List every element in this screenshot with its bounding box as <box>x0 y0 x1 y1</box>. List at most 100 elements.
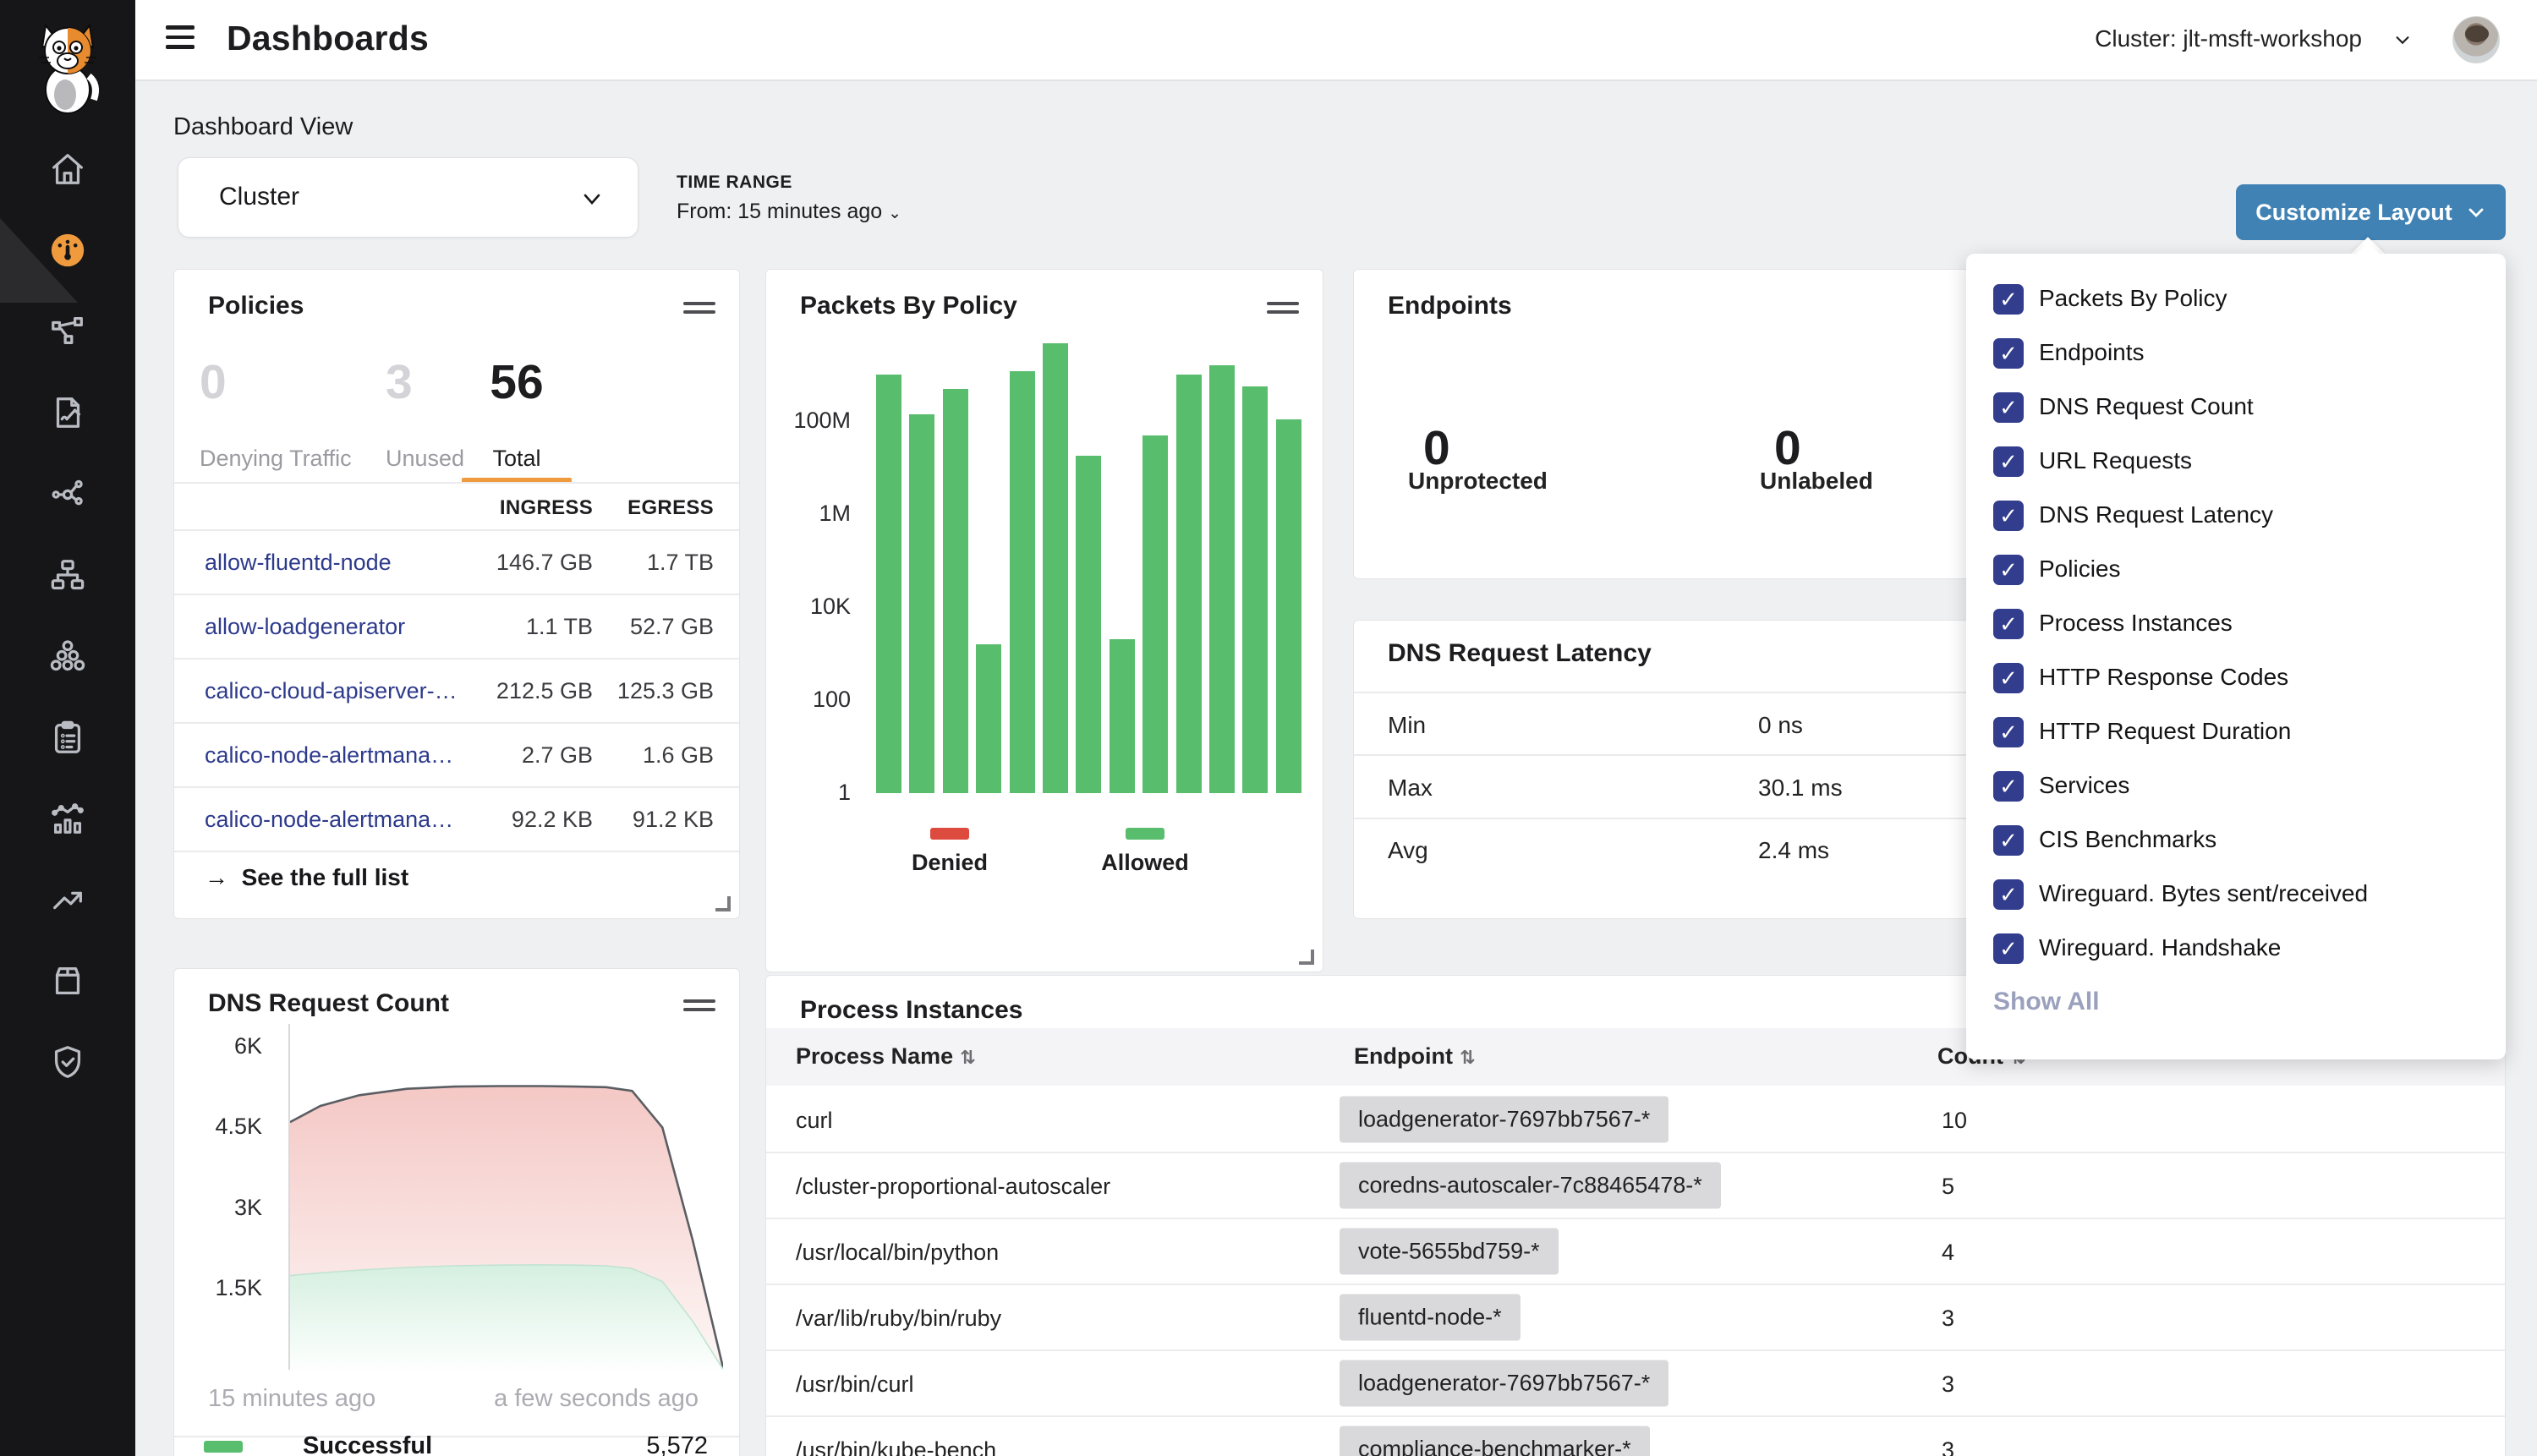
checked-checkbox[interactable]: ✓ <box>1993 771 2024 802</box>
service-graph-icon <box>48 474 87 513</box>
row-divider <box>174 658 739 660</box>
endpoint-chip[interactable]: fluentd-node-* <box>1340 1295 1521 1341</box>
menu-item-endpoints[interactable]: ✓Endpoints <box>1993 335 2479 375</box>
time-range-value[interactable]: From: 15 minutes ago ⌄ <box>677 200 901 224</box>
menu-item-process-instances[interactable]: ✓Process Instances <box>1993 605 2479 646</box>
show-all-link[interactable]: Show All <box>1993 988 2100 1016</box>
sidebar-item-service-graph[interactable] <box>48 474 87 513</box>
allowed-bar <box>1010 371 1035 793</box>
dns-latency-card-title: DNS Request Latency <box>1388 639 1652 668</box>
dns-count-card-title: DNS Request Count <box>208 989 449 1018</box>
unprotected-label: Unprotected <box>1408 468 1548 495</box>
sidebar-item-alerts-trending[interactable] <box>48 880 87 919</box>
menu-item-label: DNS Request Count <box>2039 393 2254 420</box>
y-axis-tick: 4.5K <box>189 1114 262 1140</box>
policy-name-link[interactable]: calico-node-alertmana… <box>205 742 453 769</box>
sidebar-item-endpoints-cluster[interactable] <box>48 637 87 676</box>
sidebar-item-package-box[interactable] <box>48 961 87 1000</box>
endpoint-chip[interactable]: compliance-benchmarker-* <box>1340 1426 1650 1456</box>
row-divider <box>766 1152 2505 1153</box>
sidebar-item-compliance-clipboard[interactable] <box>48 718 87 757</box>
sidebar-item-home[interactable] <box>48 150 87 189</box>
sidebar-item-sitemap[interactable] <box>48 556 87 594</box>
policies-edit-icon <box>48 393 87 432</box>
dashboard-view-value: Cluster <box>219 183 299 211</box>
customize-layout-button[interactable]: Customize Layout <box>2236 184 2506 240</box>
checked-checkbox[interactable]: ✓ <box>1993 717 2024 747</box>
endpoint-column-header[interactable]: Endpoint⇅ <box>1354 1043 1475 1070</box>
sidebar-item-dashboards[interactable] <box>48 231 87 270</box>
checked-checkbox[interactable]: ✓ <box>1993 825 2024 856</box>
process-name-column-header[interactable]: Process Name⇅ <box>796 1043 976 1070</box>
checked-checkbox[interactable]: ✓ <box>1993 879 2024 910</box>
endpoint-chip[interactable]: loadgenerator-7697bb7567-* <box>1340 1097 1669 1143</box>
latency-max-value: 30.1 ms <box>1758 775 1843 802</box>
sort-icon[interactable]: ⇅ <box>1460 1047 1475 1068</box>
menu-item-cis-benchmarks[interactable]: ✓CIS Benchmarks <box>1993 822 2479 862</box>
policies-stat-label-0[interactable]: Denying Traffic <box>200 446 352 472</box>
menu-item-dns-request-latency[interactable]: ✓DNS Request Latency <box>1993 497 2479 538</box>
checked-checkbox[interactable]: ✓ <box>1993 933 2024 964</box>
endpoint-chip[interactable]: loadgenerator-7697bb7567-* <box>1340 1360 1669 1407</box>
menu-item-services[interactable]: ✓Services <box>1993 768 2479 808</box>
checked-checkbox[interactable]: ✓ <box>1993 555 2024 585</box>
policy-egress-value: 91.2 KB <box>633 807 714 833</box>
menu-item-dns-request-count[interactable]: ✓ DNS Request Count <box>1993 389 2479 430</box>
policy-egress-value: 125.3 GB <box>617 678 714 704</box>
see-full-list-link[interactable]: → See the full list <box>205 864 408 891</box>
policy-name-link[interactable]: allow-fluentd-node <box>205 550 392 576</box>
sidebar-item-timeline-stats[interactable] <box>48 799 87 838</box>
policy-name-link[interactable]: allow-loadgenerator <box>205 614 405 640</box>
menu-item-policies[interactable]: ✓Policies <box>1993 551 2479 592</box>
policies-stat-label-2[interactable]: Total <box>462 446 572 472</box>
checked-checkbox[interactable]: ✓ <box>1993 338 2024 369</box>
customize-layout-menu: ✓Packets By Policy✓Endpoints✓DNS Request… <box>1966 254 2506 1059</box>
hamburger-menu-icon[interactable] <box>166 25 195 51</box>
policies-stat-label-1[interactable]: Unused <box>386 446 464 472</box>
dns-area-chart <box>288 1024 721 1370</box>
process-count-cell: 3 <box>1942 1371 1954 1398</box>
menu-item-http-response-codes[interactable]: ✓HTTP Response Codes <box>1993 660 2479 700</box>
checked-checkbox[interactable]: ✓ <box>1993 663 2024 693</box>
endpoint-chip[interactable]: vote-5655bd759-* <box>1340 1229 1559 1275</box>
dashboard-view-select[interactable]: Cluster <box>178 157 638 238</box>
menu-item-packets-by-policy[interactable]: ✓ Packets By Policy <box>1993 281 2479 321</box>
process-count-cell: 4 <box>1942 1240 1954 1266</box>
page-title: Dashboards <box>227 19 429 58</box>
row-divider <box>174 722 739 724</box>
user-avatar[interactable] <box>2452 16 2500 63</box>
drag-handle-icon[interactable] <box>1267 302 1299 317</box>
menu-item-label: Packets By Policy <box>2039 285 2227 312</box>
checked-checkbox[interactable]: ✓ <box>1993 501 2024 531</box>
menu-item-label: HTTP Request Duration <box>2039 718 2291 745</box>
chevron-down-icon[interactable] <box>2393 30 2412 49</box>
checked-checkbox[interactable]: ✓ <box>1993 284 2024 315</box>
checked-checkbox[interactable]: ✓ <box>1993 392 2024 423</box>
sidebar-item-policies-edit[interactable] <box>48 393 87 432</box>
policy-name-link[interactable]: calico-node-alertmana… <box>205 807 453 833</box>
process-name-cell: curl <box>796 1108 833 1134</box>
sort-icon[interactable]: ⇅ <box>960 1047 975 1068</box>
menu-item-http-request-duration[interactable]: ✓ HTTP Request Duration <box>1993 714 2479 754</box>
menu-item-wireguard-bytes-sent-received[interactable]: ✓Wireguard. Bytes sent/received <box>1993 876 2479 917</box>
resize-handle[interactable] <box>1299 950 1314 965</box>
menu-item-url-requests[interactable]: ✓URL Requests <box>1993 443 2479 484</box>
sidebar-item-network-graph[interactable] <box>48 312 87 351</box>
resize-handle[interactable] <box>715 896 731 911</box>
sidebar-item-shield-check[interactable] <box>48 1043 87 1081</box>
cluster-switcher[interactable]: Cluster: jlt-msft-workshop <box>2095 25 2362 52</box>
policy-name-link[interactable]: calico-cloud-apiserver-… <box>205 678 458 704</box>
chevron-down-icon <box>582 189 602 209</box>
y-axis-tick: 1M <box>775 501 851 527</box>
row-divider <box>766 1218 2505 1219</box>
drag-handle-icon[interactable] <box>683 302 715 317</box>
menu-item-wireguard-handshake[interactable]: ✓Wireguard. Handshake <box>1993 930 2479 971</box>
drag-handle-icon[interactable] <box>683 999 715 1015</box>
calico-cat-logo[interactable] <box>25 8 110 114</box>
row-divider <box>766 1415 2505 1417</box>
checked-checkbox[interactable]: ✓ <box>1993 446 2024 477</box>
checked-checkbox[interactable]: ✓ <box>1993 609 2024 639</box>
endpoint-chip[interactable]: coredns-autoscaler-7c88465478-* <box>1340 1163 1721 1209</box>
y-axis-tick: 10K <box>775 594 851 620</box>
row-divider <box>174 851 739 852</box>
